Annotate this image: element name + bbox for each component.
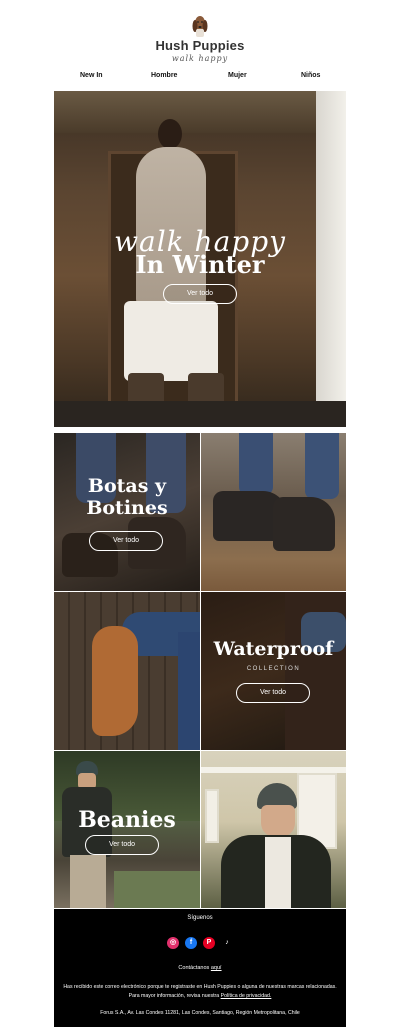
email-header: Hush Puppies walk happy New In Hombre Mu… <box>0 0 400 90</box>
tile-waterproof-subtitle: COLLECTION <box>246 666 301 672</box>
tile-beanie-model-photo <box>201 751 346 908</box>
tile-photo-face <box>261 805 295 837</box>
tile-beanies[interactable]: Beanies Ver todo <box>54 751 200 908</box>
tile-waterproof[interactable]: Waterproof COLLECTION Ver todo <box>201 592 346 750</box>
privacy-policy-link[interactable]: Política de privacidad. <box>221 993 272 999</box>
social-links: ◎ f P ♪ <box>165 937 237 951</box>
main-nav: New In Hombre Mujer Niños <box>54 72 346 86</box>
nav-item-mujer[interactable]: Mujer <box>228 72 247 79</box>
email-footer: Síguenos ◎ f P ♪ Contáctanos aquí Has re… <box>54 909 346 1027</box>
tile-photo-window <box>205 789 219 843</box>
tile-beanies-ver-todo-button[interactable]: Ver todo <box>85 835 159 855</box>
legal-notice: Has recibido este correo electrónico por… <box>60 983 340 1001</box>
facebook-icon[interactable]: f <box>185 937 197 949</box>
tile-botas-title-line1: Botas y <box>87 475 167 497</box>
hero-photo-model-pants <box>124 301 218 381</box>
hero-photo-model-head <box>158 119 182 149</box>
brand-tagline: walk happy <box>171 54 229 63</box>
brand-logo[interactable]: Hush Puppies walk happy <box>140 14 260 70</box>
tile-boots-photo <box>201 433 346 591</box>
tile-botas-title-line2: Botines <box>86 497 168 519</box>
hero-photo-roof <box>54 91 346 133</box>
tile-beanies-title: Beanies <box>78 807 176 833</box>
tile-waterproof-ver-todo-button[interactable]: Ver todo <box>236 683 310 703</box>
hero-banner[interactable]: walk happy In Winter Ver todo <box>54 91 346 427</box>
pinterest-icon[interactable]: P <box>203 937 215 949</box>
basset-hound-icon <box>192 16 208 37</box>
legal-line-1: Has recibido este correo electrónico por… <box>63 984 337 990</box>
legal-line-2-text: Para mayor información, revisa nuestra <box>128 993 220 999</box>
tile-photo-jeans <box>178 632 200 750</box>
tile-photo-sweater <box>265 837 291 908</box>
tile-photo-jeans <box>305 433 339 499</box>
follow-us-label: Síguenos <box>187 915 213 921</box>
tile-photo-boot <box>92 626 138 736</box>
hero-ver-todo-button[interactable]: Ver todo <box>163 284 237 304</box>
contact-line: Contáctanos aquí <box>54 965 346 971</box>
tiktok-icon[interactable]: ♪ <box>221 937 233 949</box>
tile-chelsea-photo <box>54 592 200 750</box>
tile-botas-title: Botas y Botines <box>54 475 200 519</box>
tile-botas-ver-todo-button[interactable]: Ver todo <box>89 531 163 551</box>
nav-item-new-in[interactable]: New In <box>80 72 103 79</box>
hero-title: In Winter <box>135 250 265 279</box>
tile-photo-jeans <box>239 433 273 495</box>
company-address: Forus S.A., Av. Las Condes 11281, Las Co… <box>100 1010 300 1016</box>
nav-item-ninos[interactable]: Niños <box>301 72 320 79</box>
contact-link[interactable]: aquí <box>211 965 222 971</box>
legal-line-2: Para mayor información, revisa nuestra P… <box>60 992 340 1001</box>
brand-name: Hush Puppies <box>155 38 245 53</box>
tile-botas-botines[interactable]: Botas y Botines Ver todo <box>54 433 200 591</box>
tile-photo-grass <box>114 871 200 908</box>
tile-photo-boot <box>273 497 335 551</box>
hero-photo-floor <box>54 401 346 427</box>
tile-waterproof-title: Waterproof <box>213 638 334 660</box>
contact-text: Contáctanos <box>178 965 210 971</box>
tile-photo-pants <box>70 855 106 908</box>
instagram-icon[interactable]: ◎ <box>167 937 179 949</box>
nav-item-hombre[interactable]: Hombre <box>151 72 177 79</box>
